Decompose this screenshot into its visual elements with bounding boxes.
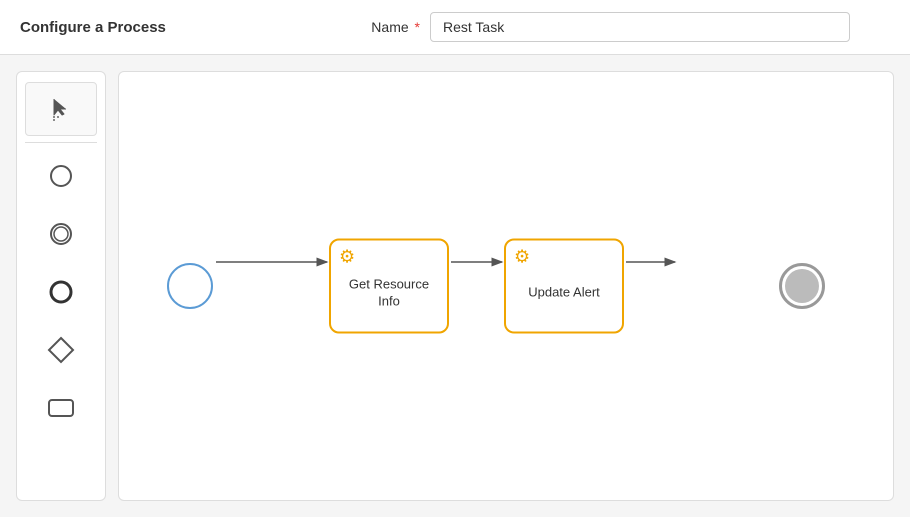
- gear-icon-get: ⚙: [339, 247, 355, 268]
- gear-icon-update: ⚙: [514, 247, 530, 268]
- tool-task[interactable]: [25, 381, 97, 435]
- tool-intermediate-event[interactable]: [25, 207, 97, 261]
- task-get-resource-label: Get Resource Info: [331, 276, 447, 310]
- task-update-alert-label: Update Alert: [520, 285, 608, 302]
- end-event-inner-circle: [785, 269, 819, 303]
- tool-pointer[interactable]: [25, 82, 97, 136]
- tool-start-event[interactable]: [25, 149, 97, 203]
- end-event-node[interactable]: [779, 263, 825, 309]
- process-name-input[interactable]: [430, 12, 850, 42]
- main-content: ⚙ Get Resource Info ⚙ Update Alert: [0, 55, 910, 517]
- task-update-alert[interactable]: ⚙ Update Alert: [504, 239, 624, 334]
- tool-end-event[interactable]: [25, 265, 97, 319]
- tool-gateway[interactable]: [25, 323, 97, 377]
- page-container: Configure a Process Name *: [0, 0, 910, 517]
- start-event-node[interactable]: [167, 263, 213, 309]
- toolbox-panel: [16, 71, 106, 501]
- process-canvas[interactable]: ⚙ Get Resource Info ⚙ Update Alert: [118, 71, 894, 501]
- required-marker: *: [415, 19, 420, 35]
- task-get-resource[interactable]: ⚙ Get Resource Info: [329, 239, 449, 334]
- page-title: Configure a Process: [20, 19, 166, 36]
- header: Configure a Process Name *: [0, 0, 910, 55]
- name-label: Name *: [371, 19, 420, 35]
- toolbox-divider-1: [25, 142, 97, 143]
